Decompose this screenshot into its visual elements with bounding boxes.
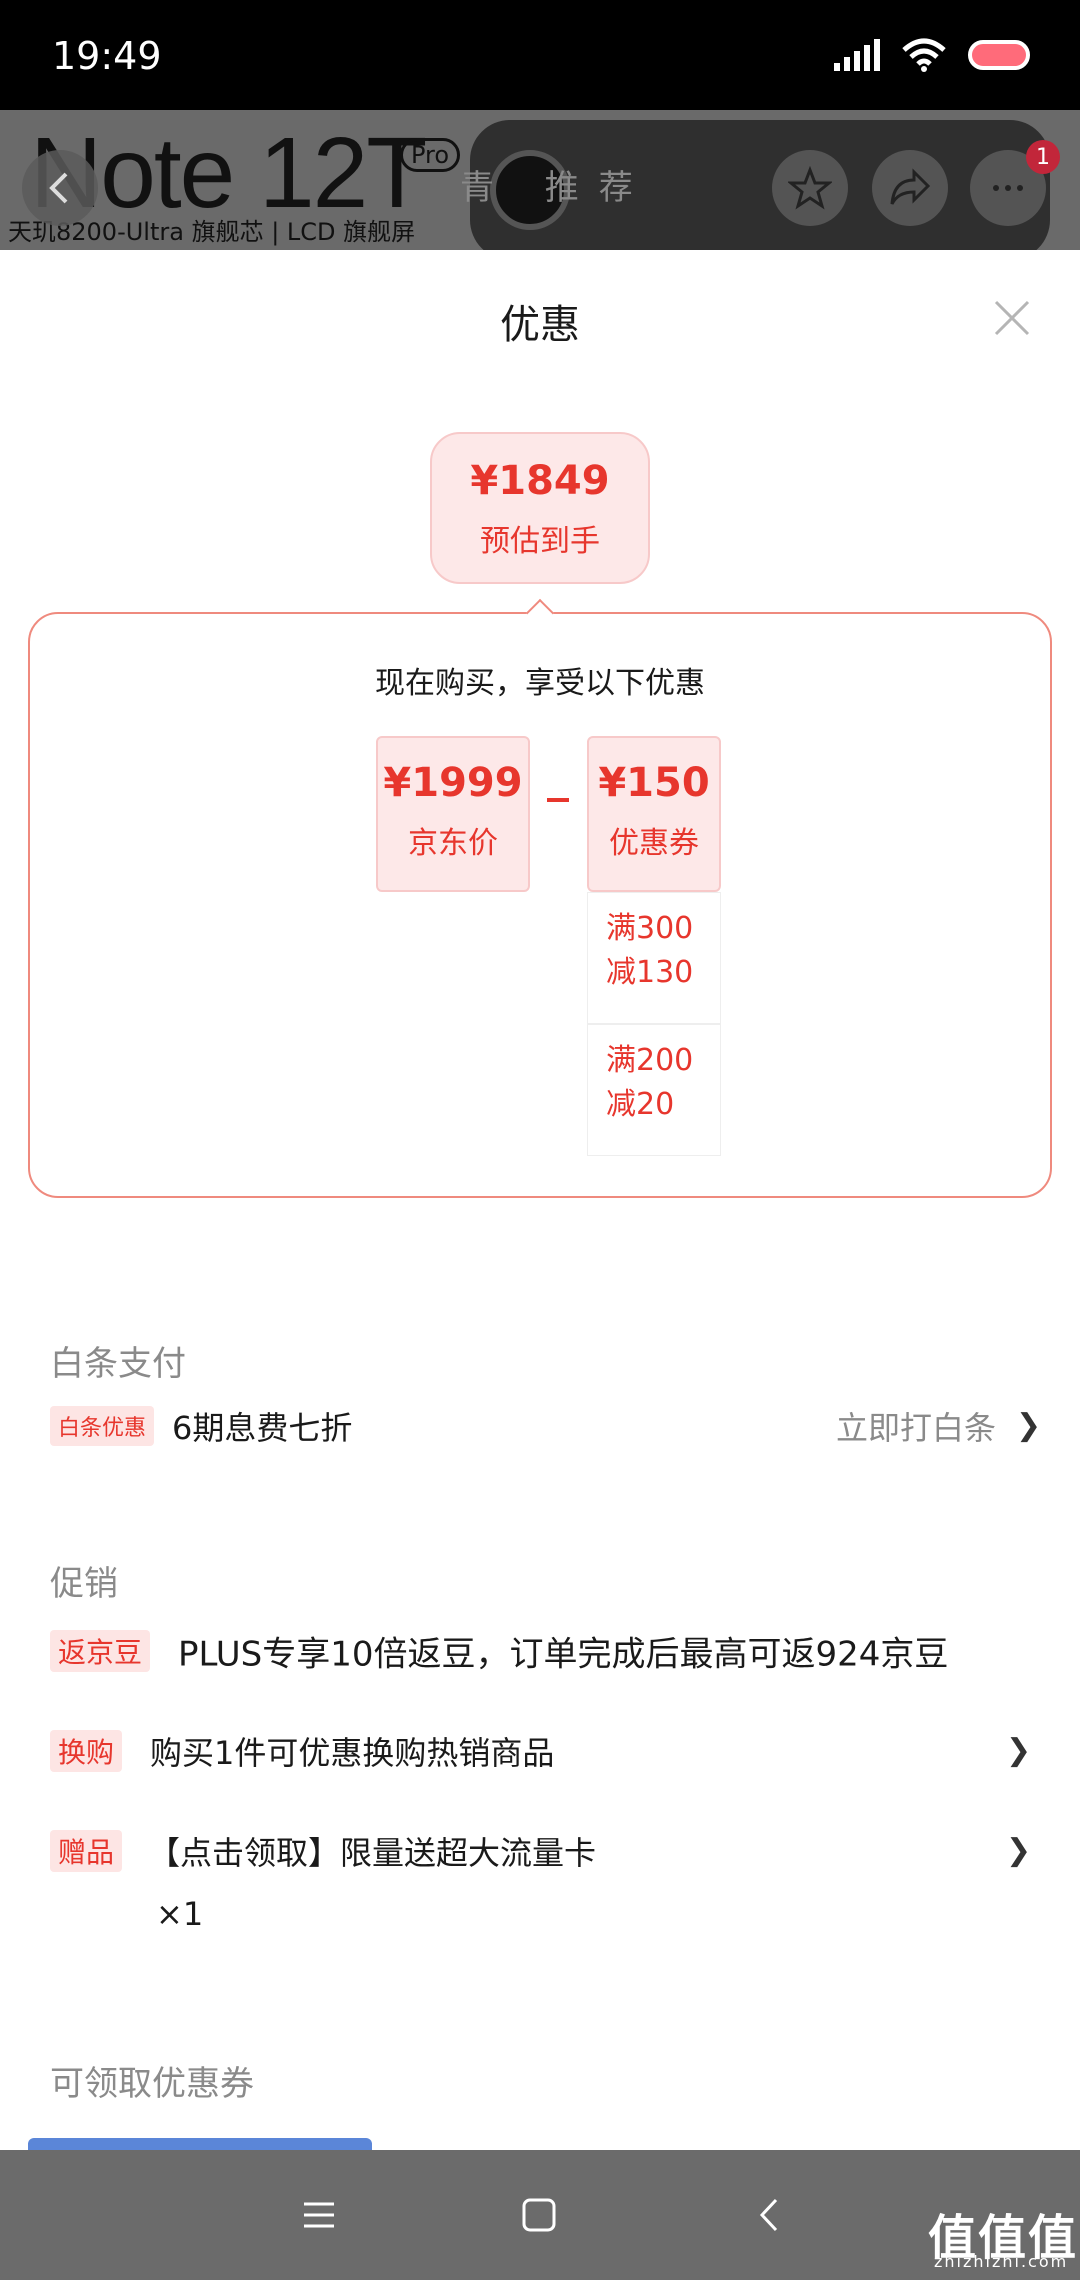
coupons-heading: 可领取优惠券 (50, 2064, 254, 2104)
minus-sign (547, 798, 569, 802)
baitiao-action[interactable]: 立即打白条 (836, 1403, 996, 1449)
notification-badge: 1 (1026, 140, 1060, 174)
page-tabs[interactable]: 青 推荐 (460, 160, 653, 209)
promotion-heading: 促销 (50, 1564, 118, 1604)
promotion-tag: 赠品 (50, 1830, 123, 1872)
baitiao-tag: 白条优惠 (50, 1406, 155, 1446)
baitiao-text: 6期息费七折 (172, 1409, 353, 1447)
breakdown-title: 现在购买，享受以下优惠 (375, 666, 705, 701)
baitiao-heading: 白条支付 (50, 1344, 186, 1384)
chevron-right-icon[interactable]: ❯ (1006, 1833, 1031, 1868)
battery-icon (968, 40, 1030, 70)
product-model-suffix: Pro (400, 138, 461, 172)
back-button[interactable] (22, 150, 98, 226)
sheet-title: 优惠 (500, 302, 580, 348)
clock: 19:49 (52, 34, 162, 78)
jd-price: ¥1999 (383, 760, 523, 806)
home-icon[interactable] (514, 2190, 564, 2240)
promotion-text: PLUS专享10倍返豆，订单完成后最高可返924京豆 (178, 1634, 949, 1675)
estimated-price-card: ¥1849 预估到手 (430, 432, 650, 584)
coupon-card-edge[interactable] (28, 2138, 372, 2150)
coupon-card: ¥150 优惠券 (587, 736, 721, 892)
coupon-amount: ¥150 (598, 760, 710, 806)
system-nav-bar (0, 2150, 1080, 2280)
wifi-icon (902, 38, 946, 72)
estimated-price: ¥1849 (470, 458, 610, 504)
star-icon (788, 166, 832, 210)
promotion-text[interactable]: 【点击领取】限量送超大流量卡 (148, 1828, 596, 1874)
share-button[interactable] (872, 150, 948, 226)
share-icon (890, 168, 931, 205)
product-banner: Note 12T Pro 天玑8200-Ultra 旗舰芯 | LCD 旗舰屏 … (0, 110, 1080, 250)
status-icons (834, 38, 1030, 72)
jd-price-card: ¥1999 京东价 (376, 736, 530, 892)
jd-price-label: 京东价 (408, 826, 498, 861)
coupon-rule: 满200 减20 (587, 1024, 721, 1156)
favorite-button[interactable] (772, 150, 848, 226)
watermark-domain: zhizhizhi.com (934, 2252, 1069, 2271)
signal-icon (834, 39, 880, 71)
chevron-right-icon[interactable]: ❯ (1006, 1733, 1031, 1768)
back-icon[interactable] (744, 2190, 794, 2240)
promotion-text[interactable]: 购买1件可优惠换购热销商品 (150, 1728, 554, 1774)
status-bar: 19:49 (0, 0, 1080, 110)
more-icon (993, 185, 1023, 191)
coupon-rule: 满300 减130 (587, 892, 721, 1024)
close-icon[interactable] (990, 296, 1034, 340)
chevron-right-icon[interactable]: ❯ (1016, 1408, 1041, 1443)
gift-quantity: ×1 (156, 1895, 204, 1933)
menu-icon[interactable] (294, 2190, 344, 2240)
discount-sheet: 优惠 ¥1849 预估到手 现在购买，享受以下优惠 ¥1999 京东价 ¥150… (0, 250, 1080, 2150)
promotion-tag: 换购 (50, 1730, 123, 1772)
promotion-tag: 返京豆 (50, 1630, 151, 1672)
estimated-price-label: 预估到手 (480, 524, 600, 559)
coupon-label: 优惠券 (609, 826, 699, 861)
chevron-left-icon (49, 172, 68, 204)
